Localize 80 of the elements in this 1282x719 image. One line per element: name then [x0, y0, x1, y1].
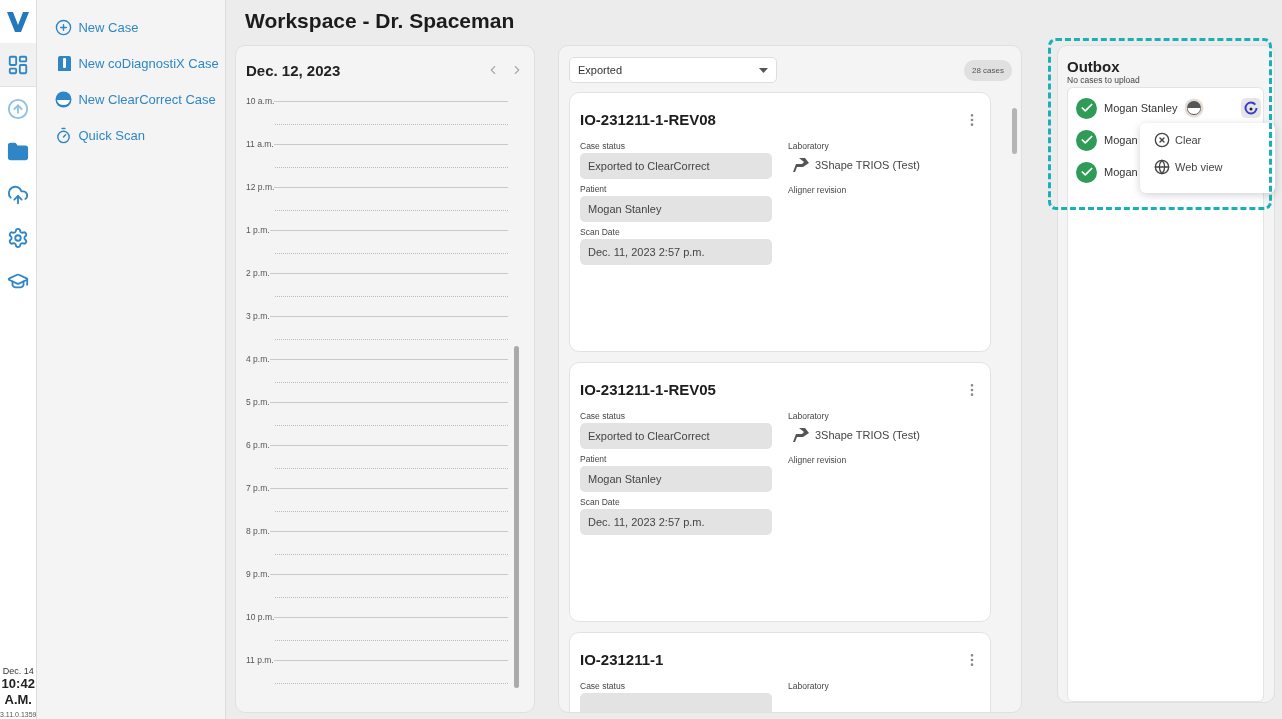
check-icon — [1076, 129, 1097, 151]
menu-link[interactable]: Quick Scan — [55, 127, 225, 144]
scrollbar[interactable] — [514, 346, 519, 688]
hour-label: 12 p.m. — [246, 182, 275, 192]
field-label: Scan Date — [580, 227, 621, 237]
cloud-icon — [7, 183, 30, 206]
hour-label: 1 p.m. — [246, 225, 270, 235]
field-label: Patient — [580, 184, 608, 194]
outbox-title: Outbox — [1067, 58, 1121, 75]
add-icon — [55, 19, 73, 36]
menu-link[interactable]: New ClearCorrect Case — [55, 91, 225, 108]
clear-icon — [1154, 132, 1170, 148]
patient-name: Mogan — [1104, 134, 1138, 146]
clock-date: Dec. 14 — [2, 666, 34, 676]
field-label: Laboratory — [788, 411, 830, 421]
settings-icon — [7, 226, 30, 249]
field-label: Case status — [580, 681, 626, 691]
patient-name: Mogan — [1104, 166, 1138, 178]
case-id: IO-231211-1-REV05 — [580, 381, 716, 398]
folder-icon — [7, 140, 30, 163]
field-label: Case status — [580, 411, 626, 421]
case-count: 28 cases — [963, 59, 1012, 81]
case-card[interactable]: IO-231211-1-REV08 Case status Exported to ClearCorrect Patient Mogan Stanley Scan Date Dec. 11, 2023 2:57 p.m. Laboratory 3Shape TRIOS (Test) Aligner revision — [569, 92, 991, 352]
hour-label: 11 a.m. — [246, 139, 274, 149]
hour-label: 11 p.m. — [246, 655, 274, 665]
field-value: Dec. 11, 2023 2:57 p.m. — [580, 509, 772, 535]
field-value: Exported to ClearCorrect — [580, 423, 772, 449]
implant-icon — [55, 55, 73, 72]
context-menu-item[interactable]: Web view — [1154, 156, 1275, 178]
dashboard-icon — [7, 53, 30, 76]
field-label: Laboratory — [788, 141, 830, 151]
field-label: Aligner revision — [788, 185, 848, 195]
check-icon — [1076, 97, 1097, 119]
logo-icon — [7, 11, 30, 32]
calendar-date: Dec. 12, 2023 — [246, 61, 342, 79]
field-label: Patient — [580, 454, 608, 464]
field-value: Mogan Stanley — [580, 466, 772, 492]
clock-meridiem: A.M. — [4, 692, 32, 708]
hour-label: 8 p.m. — [246, 526, 270, 536]
hour-label: 6 p.m. — [246, 440, 270, 450]
arrow-circle-icon — [7, 97, 30, 120]
field-value: Mogan Stanley — [580, 196, 772, 222]
laboratory-name: 3Shape TRIOS (Test) — [815, 159, 920, 171]
caret-icon — [759, 67, 768, 73]
field-value: Exported to ClearCorrect — [580, 153, 772, 179]
hour-label: 3 p.m. — [246, 311, 270, 321]
case-id: IO-231211-1-REV08 — [580, 111, 716, 128]
field-label: Aligner revision — [788, 455, 848, 465]
case-card[interactable]: IO-231211-1 Case status Laboratory — [569, 632, 991, 712]
field-value: Dec. 11, 2023 2:57 p.m. — [580, 239, 772, 265]
hour-label: 7 p.m. — [246, 483, 270, 493]
page-title: Workspace - Dr. Spaceman — [245, 8, 516, 34]
patient-name: Mogan Stanley — [1104, 102, 1178, 114]
field-label: Scan Date — [580, 497, 621, 507]
scanner-icon — [793, 428, 809, 442]
hour-label: 5 p.m. — [246, 397, 270, 407]
aligner-icon — [55, 91, 73, 108]
clock-time: 10:42 — [1, 676, 35, 692]
timer-icon — [55, 127, 73, 144]
aligner-icon — [1184, 98, 1205, 118]
hour-label: 10 a.m. — [246, 96, 275, 106]
status-dropdown[interactable]: Exported — [569, 57, 777, 83]
check-icon — [1076, 161, 1097, 183]
laboratory-name: 3Shape TRIOS (Test) — [815, 429, 920, 441]
case-id: IO-231211-1 — [580, 651, 664, 668]
hour-label: 4 p.m. — [246, 354, 270, 364]
context-menu-item[interactable]: Clear — [1154, 129, 1275, 151]
scrollbar[interactable] — [1012, 108, 1017, 154]
field-label: Laboratory — [788, 681, 830, 691]
hour-label: 9 p.m. — [246, 569, 270, 579]
hour-label: 10 p.m. — [246, 612, 275, 622]
hour-label: 2 p.m. — [246, 268, 270, 278]
menu-link[interactable]: New Case — [55, 19, 225, 36]
menu-link[interactable]: New coDiagnostiX Case — [55, 55, 225, 72]
field-label: Case status — [580, 141, 626, 151]
outbox-subtitle: No cases to upload — [1067, 75, 1141, 85]
globe-icon — [1154, 159, 1170, 175]
upload-progress-button[interactable] — [1241, 98, 1262, 118]
case-card[interactable]: IO-231211-1-REV05 Case status Exported to ClearCorrect Patient Mogan Stanley Scan Date Dec. 11, 2023 2:57 p.m. Laboratory 3Shape TRIOS (Test) Aligner revision — [569, 362, 991, 622]
scanner-icon — [793, 158, 809, 172]
